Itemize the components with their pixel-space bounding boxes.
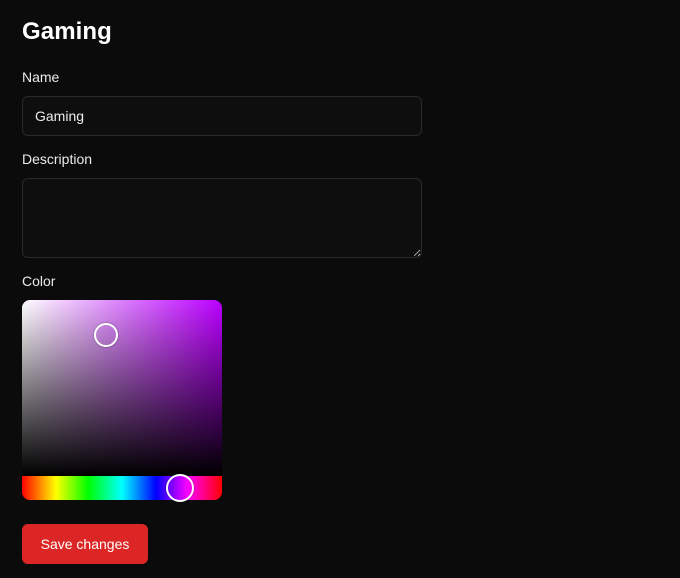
name-input[interactable] [22, 96, 422, 136]
name-label: Name [22, 69, 60, 85]
description-label: Description [22, 151, 93, 167]
description-textarea[interactable] [22, 178, 422, 258]
saturation-black-gradient [22, 300, 222, 476]
hue-slider-handle[interactable] [166, 474, 194, 502]
color-label: Color [22, 273, 56, 289]
edit-category-page: Gaming Name Description Color Save chang… [0, 0, 680, 578]
page-title: Gaming [22, 18, 112, 45]
color-saturation-panel[interactable] [22, 300, 222, 476]
saturation-picker-handle[interactable] [94, 323, 118, 347]
save-changes-button[interactable]: Save changes [22, 524, 148, 564]
